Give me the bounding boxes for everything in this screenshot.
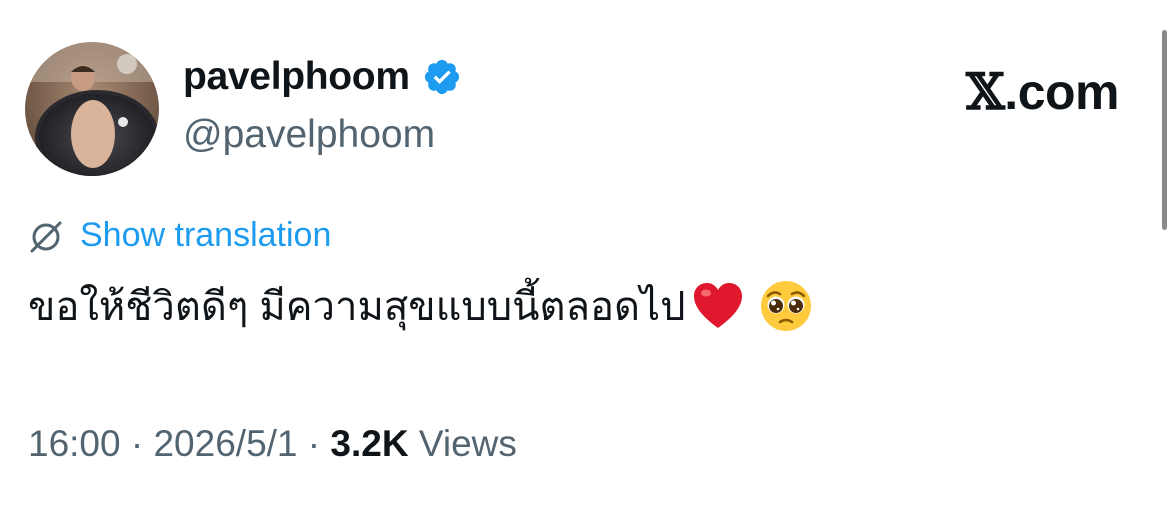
tweet-meta: 16:00 · 2026/5/1 · 3.2K Views [28,423,517,465]
author-handle[interactable]: @pavelphoom [183,113,435,157]
tweet-body: ขอให้ชีวิตดีๆ มีความสุขแบบนี้ตลอดไป [28,274,814,338]
pleading-face-icon [758,278,814,334]
brand-domain: .com [1004,64,1119,120]
translate-row[interactable]: Show translation [28,216,331,255]
scrollbar[interactable] [1155,30,1169,230]
meta-separator: · [307,423,321,464]
globe-slash-icon [28,218,64,254]
avatar[interactable] [25,42,159,176]
tweet-text: ขอให้ชีวิตดีๆ มีความสุขแบบนี้ตลอดไป [28,285,686,329]
avatar-image [25,42,159,176]
tweet-card: pavelphoom @pavelphoom 𝕏.com Show transl… [0,0,1169,515]
meta-separator: · [130,423,144,464]
verified-badge-icon [422,57,462,97]
author-display-name[interactable]: pavelphoom [183,55,410,99]
tweet-time[interactable]: 16:00 [28,423,121,464]
x-logo-icon: 𝕏 [966,62,1005,121]
views-label: Views [418,423,517,464]
x-com-logo: 𝕏.com [966,62,1119,121]
author-name-row[interactable]: pavelphoom [183,55,462,99]
scrollbar-thumb[interactable] [1162,30,1167,230]
show-translation-link[interactable]: Show translation [80,216,331,255]
views-count[interactable]: 3.2K [330,423,408,464]
tweet-date[interactable]: 2026/5/1 [153,423,297,464]
red-heart-icon [690,278,746,334]
